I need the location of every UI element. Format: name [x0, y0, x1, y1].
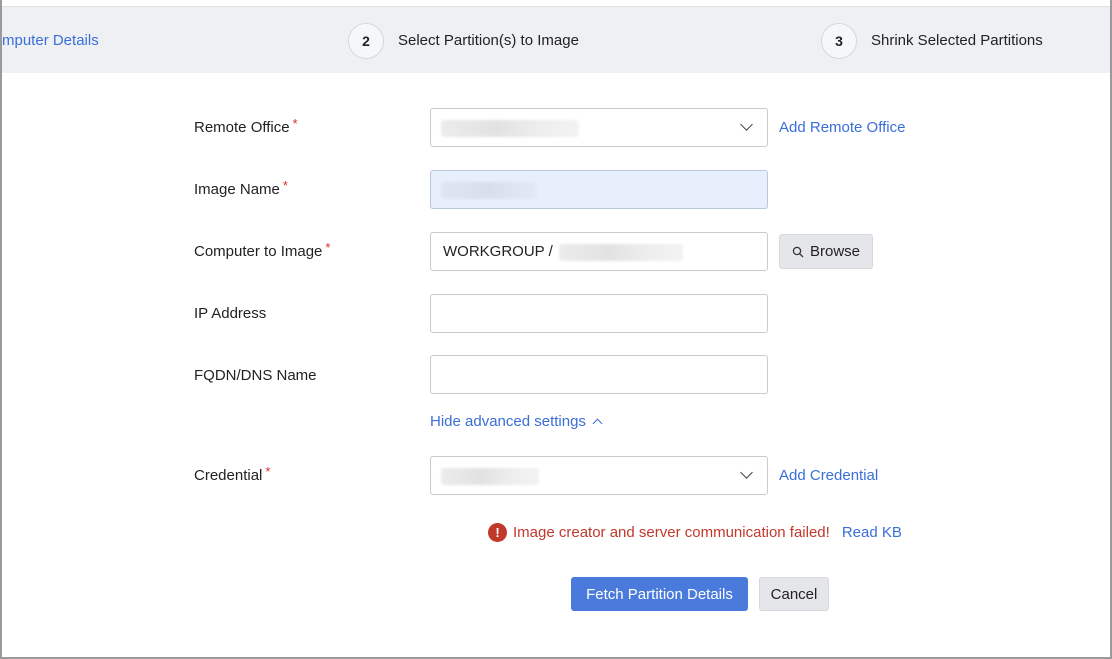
chevron-down-icon — [740, 118, 753, 131]
browse-button[interactable]: Browse — [779, 234, 873, 269]
hide-advanced-settings-link[interactable]: Hide advanced settings — [430, 413, 603, 430]
computer-value: WORKGROUP / — [443, 243, 553, 260]
redacted-value — [559, 244, 683, 261]
error-icon: ! — [488, 523, 507, 542]
image-name-input[interactable] — [430, 170, 768, 209]
fqdn-input[interactable] — [430, 355, 768, 394]
wizard-stepper: mputer Details 2 Select Partition(s) to … — [2, 6, 1110, 73]
required-marker: * — [325, 240, 331, 255]
error-message: ! Image creator and server communication… — [488, 523, 902, 542]
image-name-label: Image Name * — [194, 178, 288, 198]
read-kb-link[interactable]: Read KB — [842, 524, 902, 541]
step-shrink-partitions[interactable]: 3 Shrink Selected Partitions — [821, 7, 1043, 74]
browse-label: Browse — [809, 243, 861, 260]
step-label: Shrink Selected Partitions — [871, 32, 1043, 49]
step-label: Select Partition(s) to Image — [398, 32, 579, 49]
credential-label-text: Credential — [194, 467, 263, 484]
computer-to-image-input[interactable]: WORKGROUP / — [430, 232, 768, 271]
redacted-value — [441, 182, 537, 199]
add-credential-link[interactable]: Add Credential — [779, 467, 878, 484]
error-text: Image creator and server communication f… — [513, 524, 830, 541]
ip-address-input[interactable] — [430, 294, 768, 333]
step-select-partitions[interactable]: 2 Select Partition(s) to Image — [348, 7, 579, 74]
step-computer-details[interactable]: mputer Details — [2, 7, 99, 74]
computer-to-image-label: Computer to Image * — [194, 240, 331, 260]
remote-office-label: Remote Office * — [194, 116, 298, 136]
credential-label: Credential * — [194, 464, 271, 484]
step-number: 3 — [821, 22, 857, 59]
fetch-partition-details-button[interactable]: Fetch Partition Details — [571, 577, 748, 611]
fqdn-label: FQDN/DNS Name — [194, 367, 317, 384]
chevron-down-icon — [740, 466, 753, 479]
cancel-button[interactable]: Cancel — [759, 577, 829, 611]
add-remote-office-link[interactable]: Add Remote Office — [779, 119, 905, 136]
remote-office-label-text: Remote Office — [194, 119, 290, 136]
required-marker: * — [292, 116, 298, 131]
remote-office-select[interactable] — [430, 108, 768, 147]
advanced-toggle-label: Hide advanced settings — [430, 413, 586, 430]
step-number: 2 — [348, 22, 384, 59]
required-marker: * — [282, 178, 288, 193]
redacted-value — [441, 468, 539, 485]
ip-address-label: IP Address — [194, 305, 267, 322]
redacted-value — [441, 120, 579, 137]
step-label: mputer Details — [2, 32, 99, 49]
image-name-label-text: Image Name — [194, 181, 280, 198]
credential-select[interactable] — [430, 456, 768, 495]
search-icon — [792, 246, 804, 257]
computer-to-image-label-text: Computer to Image — [194, 243, 323, 260]
required-marker: * — [265, 464, 271, 479]
chevron-up-icon — [592, 418, 603, 429]
